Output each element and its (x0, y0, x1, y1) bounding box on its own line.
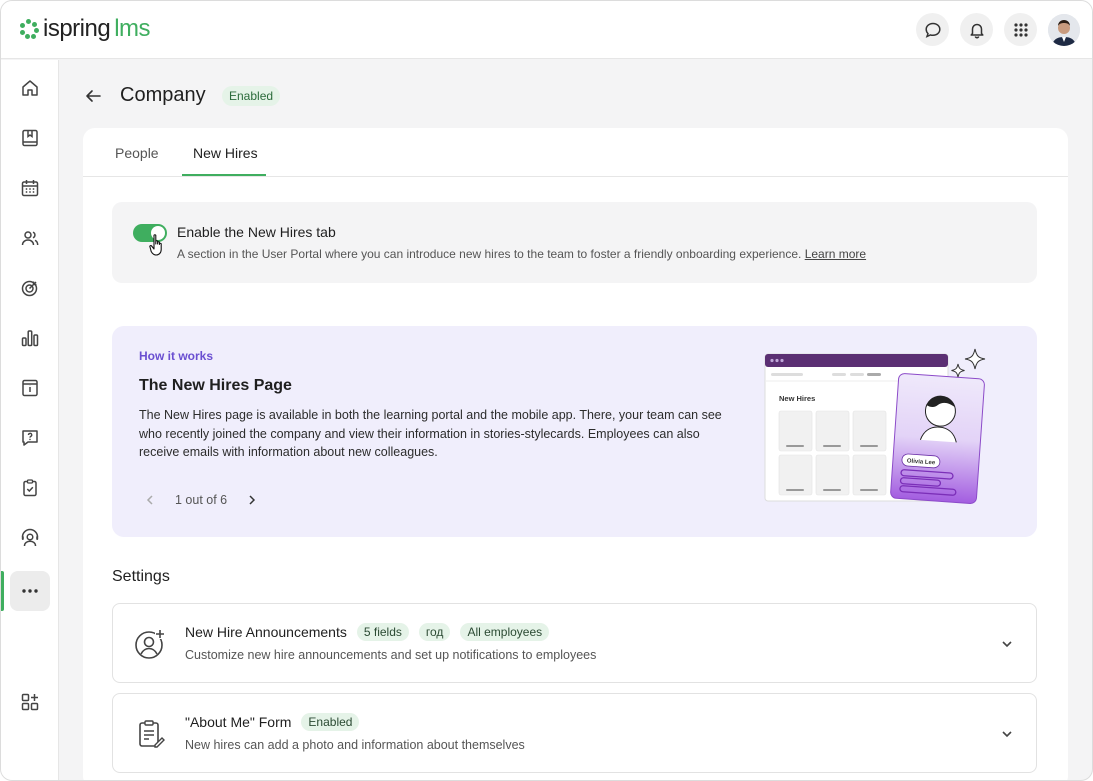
chat-button[interactable] (916, 13, 949, 46)
back-button[interactable] (82, 85, 104, 107)
new-hires-toggle-panel: Enable the New Hires tab A section in th… (112, 202, 1037, 283)
sidebar-item-info[interactable] (10, 368, 50, 408)
chevron-down-icon[interactable] (998, 725, 1016, 743)
how-it-works-title: The New Hires Page (139, 377, 292, 394)
app-window: ispring lms Company Enabled People New H… (0, 0, 1093, 781)
how-it-works-text: The New Hires page is available in both … (139, 408, 722, 459)
page-title: Company (120, 84, 206, 106)
sidebar-item-goals[interactable] (10, 268, 50, 308)
tab-active-indicator (182, 174, 266, 176)
setting-description: New hires can add a photo and informatio… (185, 738, 525, 752)
sidebar-item-home[interactable] (10, 68, 50, 108)
target-icon (21, 280, 38, 297)
clipboard-edit-icon (139, 720, 165, 748)
setting-description: Customize new hire announcements and set… (185, 648, 597, 662)
info-card-icon (22, 379, 38, 397)
users-icon (21, 231, 39, 246)
setting-about-me-form[interactable]: "About Me" Form Enabled New hires can ad… (112, 693, 1037, 773)
bar-chart-icon (21, 330, 39, 347)
question-chat-icon (22, 430, 38, 446)
chevron-down-icon[interactable] (998, 635, 1016, 653)
how-it-works-label: How it works (139, 349, 214, 363)
apps-grid-icon (1013, 22, 1028, 37)
support-agent-icon (21, 528, 39, 547)
setting-name: New Hire Announcements 5 fields год All … (185, 623, 550, 641)
sidebar-item-add-widget[interactable] (10, 682, 50, 722)
toggle-description: A section in the User Portal where you c… (177, 247, 867, 261)
toggle-title: Enable the New Hires tab (177, 224, 336, 240)
sidebar-item-users[interactable] (10, 218, 50, 258)
sidebar-item-tasks[interactable] (10, 468, 50, 508)
tab-people[interactable]: People (115, 145, 159, 161)
audience-chip: All employees (460, 623, 550, 641)
ispring-logo-icon (19, 19, 39, 39)
sidebar-item-support[interactable] (10, 518, 50, 558)
fields-chip: 5 fields (356, 623, 409, 641)
user-add-icon (135, 629, 165, 659)
settings-heading: Settings (112, 568, 170, 585)
sidebar-item-calendar[interactable] (10, 168, 50, 208)
pager: 1 out of 6 (139, 489, 263, 511)
clipboard-check-icon (23, 479, 37, 497)
pager-prev-button[interactable] (139, 489, 161, 511)
main-card: People New Hires Enable the New Hires ta… (83, 128, 1068, 780)
tab-new-hires[interactable]: New Hires (193, 145, 258, 161)
pager-next-button[interactable] (241, 489, 263, 511)
tab-bar: People New Hires (83, 128, 1068, 177)
new-hires-illustration: New Hires Olivia Lee (764, 348, 986, 504)
calendar-icon (21, 180, 39, 197)
status-chip: Enabled (301, 713, 360, 731)
chevron-right-icon (249, 495, 256, 505)
chat-icon (924, 22, 941, 38)
add-widget-icon (21, 693, 39, 711)
bell-icon (969, 23, 984, 38)
apps-button[interactable] (1004, 13, 1037, 46)
avatar[interactable] (1048, 13, 1080, 46)
sidebar-item-questions[interactable] (10, 418, 50, 458)
period-chip: год (418, 623, 451, 641)
logo-text: ispring lms (43, 15, 151, 42)
notifications-button[interactable] (960, 13, 993, 46)
learn-more-link[interactable]: Learn more (805, 247, 866, 261)
sidebar-item-more[interactable] (1, 571, 50, 611)
more-icon (22, 589, 38, 593)
book-icon (22, 129, 38, 147)
how-it-works-panel: How it works The New Hires Page The New … (112, 326, 1037, 537)
logo[interactable]: ispring lms (19, 15, 151, 43)
hand-cursor-icon (149, 234, 162, 256)
sidebar-item-reports[interactable] (10, 318, 50, 358)
status-badge: Enabled (222, 86, 281, 106)
top-bar: ispring lms (1, 1, 1092, 59)
pager-text: 1 out of 6 (175, 493, 228, 507)
illustration-panel-title: New Hires (779, 394, 815, 403)
setting-new-hire-announcements[interactable]: New Hire Announcements 5 fields год All … (112, 603, 1037, 683)
sidebar (1, 60, 59, 780)
arrow-left-icon (86, 90, 101, 102)
home-icon (22, 80, 38, 96)
sidebar-item-library[interactable] (10, 118, 50, 158)
setting-name: "About Me" Form Enabled (185, 713, 360, 731)
chevron-left-icon (146, 495, 153, 505)
